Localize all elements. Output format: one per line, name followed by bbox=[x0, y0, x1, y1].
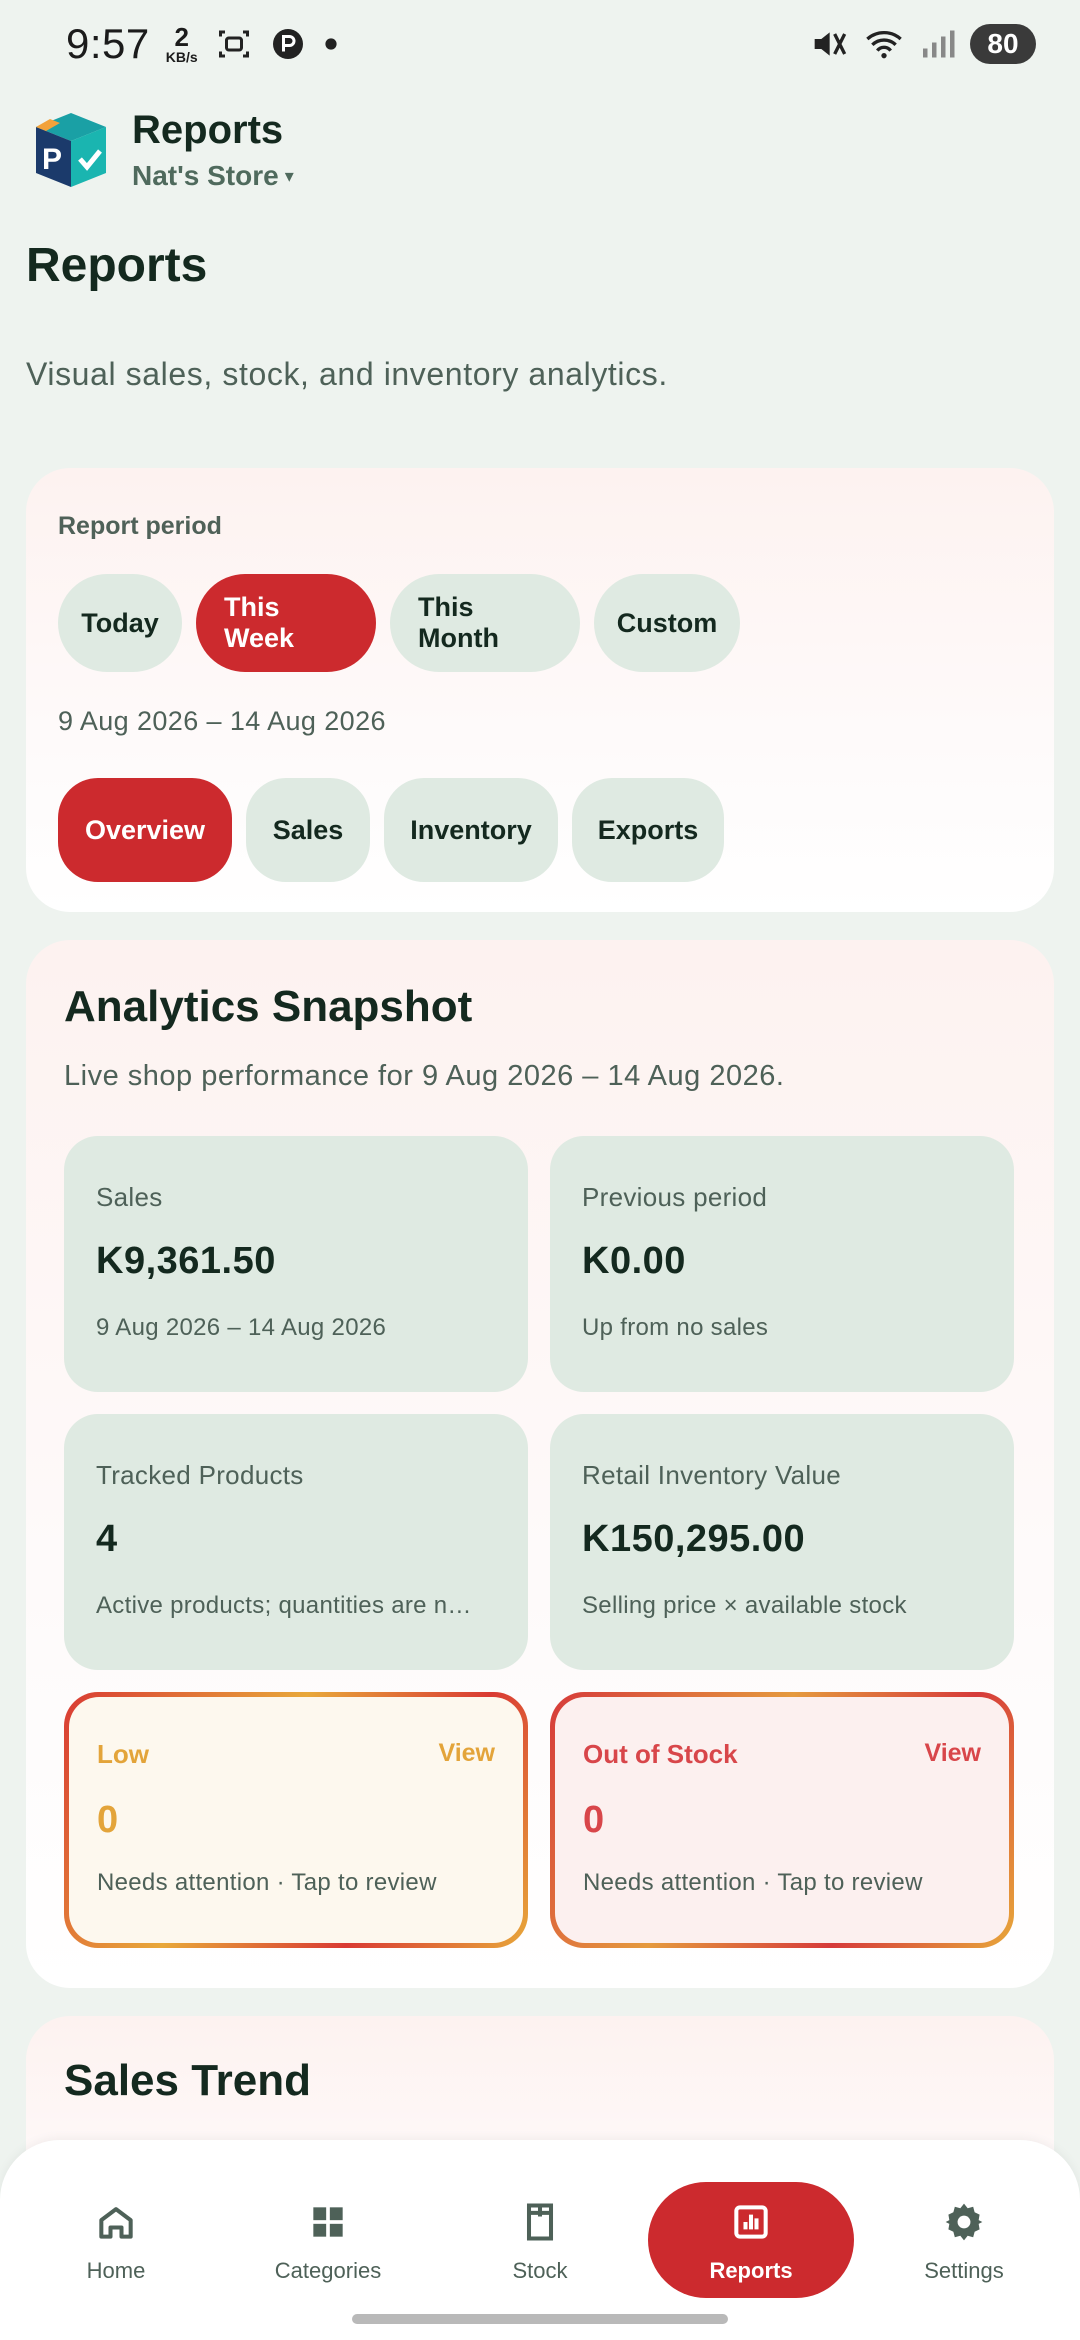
tile-note: Up from no sales bbox=[582, 1314, 769, 1341]
tab-sales[interactable]: Sales bbox=[246, 778, 370, 882]
nav-label: Stock bbox=[512, 2258, 568, 2283]
tab-inventory[interactable]: Inventory bbox=[384, 778, 558, 882]
tracked-products-tile: Tracked Products 4 Active products; quan… bbox=[64, 1414, 528, 1670]
low-stock-view-link[interactable]: View bbox=[438, 1739, 495, 1768]
retail-inventory-value-tile: Retail Inventory Value K150,295.00 Selli… bbox=[550, 1414, 1014, 1670]
sales-tile: Sales K9,361.50 9 Aug 2026 – 14 Aug 2026 bbox=[64, 1136, 528, 1392]
tab-exports[interactable]: Exports bbox=[572, 778, 724, 882]
alert-note: Needs attention · Tap to review bbox=[97, 1869, 437, 1896]
tab-overview[interactable]: Overview bbox=[58, 778, 232, 882]
analytics-subtitle: Live shop performance for 9 Aug 2026 – 1… bbox=[64, 1060, 785, 1092]
mute-icon bbox=[814, 32, 847, 56]
analytics-snapshot-card: Analytics Snapshot Live shop performance… bbox=[26, 940, 1054, 1988]
app-header: P Reports Nat's Store ▾ bbox=[30, 100, 294, 200]
previous-period-tile: Previous period K0.00 Up from no sales bbox=[550, 1136, 1014, 1392]
period-date-range: 9 Aug 2026 – 14 Aug 2026 bbox=[58, 706, 386, 736]
bar-chart-icon bbox=[734, 2205, 768, 2239]
tile-value: K150,295.00 bbox=[582, 1518, 806, 1560]
screenshot-icon bbox=[218, 30, 249, 58]
alert-label: Low bbox=[97, 1739, 149, 1769]
wifi-icon bbox=[866, 31, 902, 59]
alert-value: 0 bbox=[97, 1799, 119, 1841]
svg-text:P: P bbox=[42, 143, 62, 176]
tile-value: K0.00 bbox=[582, 1240, 686, 1282]
network-speed-value: 2 bbox=[174, 22, 189, 52]
sales-trend-title: Sales Trend bbox=[64, 2056, 312, 2105]
grid-icon bbox=[313, 2207, 343, 2237]
tile-label: Sales bbox=[96, 1182, 163, 1212]
nav-label: Home bbox=[86, 2258, 146, 2283]
alert-label: Out of Stock bbox=[583, 1739, 738, 1769]
status-time: 9:57 bbox=[66, 20, 150, 67]
nav-label: Reports bbox=[709, 2258, 793, 2283]
app-title: Reports bbox=[132, 108, 284, 152]
out-of-stock-alert[interactable]: Out of Stock View 0 Needs attention · Ta… bbox=[550, 1692, 1014, 1948]
report-period-card: Report period Today This Week This Month… bbox=[26, 468, 1054, 912]
app-logo: P bbox=[36, 113, 106, 187]
box-icon bbox=[526, 2203, 554, 2241]
page-subtitle: Visual sales, stock, and inventory analy… bbox=[26, 356, 668, 392]
chevron-down-icon: ▾ bbox=[284, 165, 294, 186]
store-selector[interactable]: Nat's Store ▾ bbox=[132, 160, 294, 192]
period-chips: Today This Week This Month Custom bbox=[58, 574, 740, 672]
alert-value: 0 bbox=[583, 1799, 605, 1841]
report-period-label: Report period bbox=[58, 512, 222, 540]
analytics-title: Analytics Snapshot bbox=[64, 982, 473, 1031]
home-indicator[interactable] bbox=[352, 2314, 728, 2324]
report-tabs: Overview Sales Inventory Exports bbox=[58, 778, 724, 882]
bottom-navigation: Home Categories Stock Reports Settings bbox=[0, 2140, 1080, 2340]
tile-label: Tracked Products bbox=[96, 1460, 304, 1490]
nav-categories[interactable]: Categories bbox=[228, 2140, 428, 2340]
tile-value: 4 bbox=[96, 1518, 118, 1560]
period-chip-today[interactable]: Today bbox=[58, 574, 182, 672]
store-name: Nat's Store bbox=[132, 160, 279, 191]
tile-note: Selling price × available stock bbox=[582, 1592, 907, 1619]
tile-note: 9 Aug 2026 – 14 Aug 2026 bbox=[96, 1314, 387, 1341]
page-title: Reports bbox=[26, 239, 208, 292]
dot-icon bbox=[325, 38, 337, 50]
tile-label: Retail Inventory Value bbox=[582, 1460, 842, 1490]
parking-icon bbox=[272, 29, 303, 59]
nav-reports[interactable]: Reports bbox=[648, 2140, 854, 2340]
network-speed: 2 KB/s bbox=[166, 24, 198, 64]
nav-label: Settings bbox=[924, 2258, 1004, 2283]
low-stock-alert[interactable]: Low View 0 Needs attention · Tap to revi… bbox=[64, 1692, 528, 1948]
signal-icon bbox=[923, 30, 955, 58]
period-chip-this-week[interactable]: This Week bbox=[196, 574, 376, 672]
home-icon bbox=[99, 2207, 133, 2239]
period-chip-custom[interactable]: Custom bbox=[594, 574, 740, 672]
status-bar: 9:57 2 KB/s 80 bbox=[0, 0, 1080, 88]
nav-settings[interactable]: Settings bbox=[864, 2140, 1064, 2340]
battery-indicator: 80 bbox=[970, 24, 1036, 64]
gear-icon bbox=[945, 2203, 983, 2241]
tile-note: Active products; quantities are n… bbox=[96, 1592, 472, 1619]
nav-label: Categories bbox=[274, 2258, 382, 2283]
nav-stock[interactable]: Stock bbox=[440, 2140, 640, 2340]
period-chip-this-month[interactable]: This Month bbox=[390, 574, 580, 672]
network-speed-unit: KB/s bbox=[165, 49, 198, 65]
tile-value: K9,361.50 bbox=[96, 1240, 276, 1282]
nav-home[interactable]: Home bbox=[16, 2140, 216, 2340]
tile-label: Previous period bbox=[582, 1182, 768, 1212]
alert-note: Needs attention · Tap to review bbox=[583, 1869, 923, 1896]
out-of-stock-view-link[interactable]: View bbox=[924, 1739, 981, 1768]
